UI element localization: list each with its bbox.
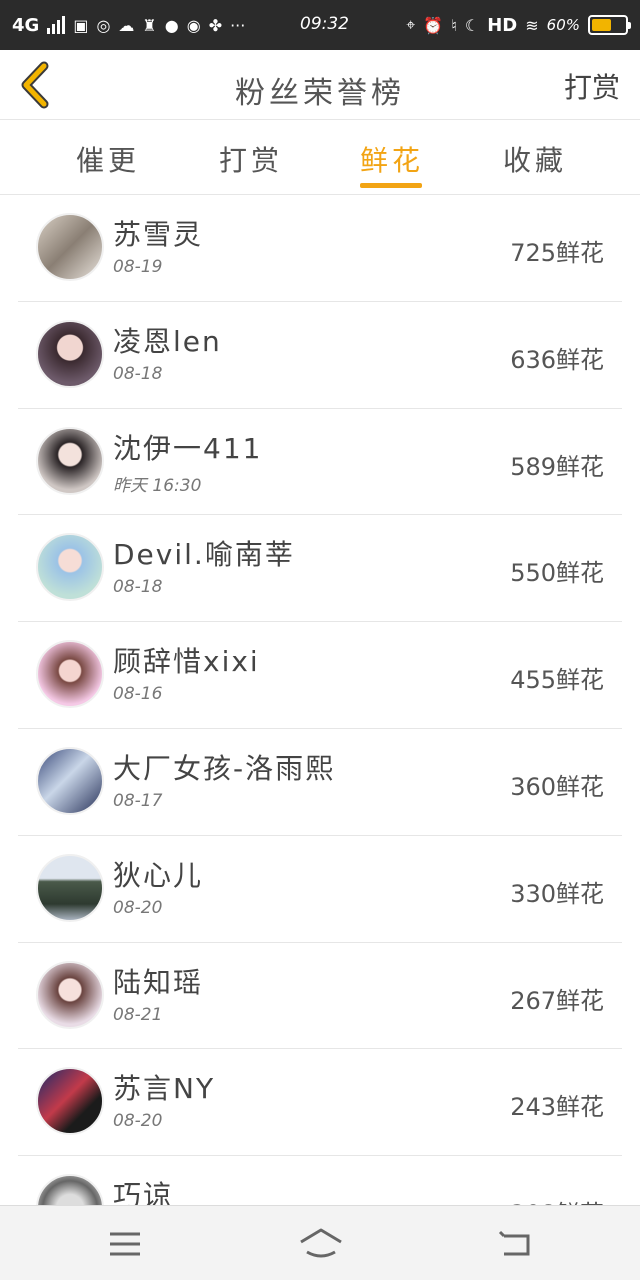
fan-name: 苏雪灵 <box>113 218 204 251</box>
fan-date: 08-20 <box>113 1111 163 1132</box>
flower-count: 636鲜花 <box>510 345 604 374</box>
avatar <box>36 746 104 815</box>
flower-count: 267鲜花 <box>510 986 604 1015</box>
weibo-icon: ◉ <box>186 15 201 35</box>
list-item[interactable]: 顾辞惜xixi 08-16 455鲜花 <box>18 622 622 729</box>
page-title: 粉丝荣誉榜 <box>235 76 405 111</box>
list-item[interactable]: Devil.喻南莘 08-18 550鲜花 <box>18 515 622 623</box>
list-item[interactable]: 陆知瑶 08-21 267鲜花 <box>18 943 622 1050</box>
list-item[interactable]: 苏言NY 08-20 243鲜花 <box>18 1049 622 1157</box>
more-icon: ··· <box>230 15 246 35</box>
alarm-icon: ⏰ <box>423 15 444 35</box>
back-icon <box>498 1230 530 1256</box>
list-item[interactable]: 大厂女孩-洛雨熙 08-17 360鲜花 <box>18 729 622 836</box>
mute-icon: ♮ <box>451 15 457 35</box>
system-nav-bar <box>0 1205 640 1280</box>
status-left: 4G ▣ ◎ ☁ ♜ ● ◉ ✤ ··· <box>12 15 245 36</box>
menu-icon <box>110 1232 140 1256</box>
pinwheel-icon: ✤ <box>208 15 223 35</box>
fan-name: 巧谅 <box>113 1179 174 1205</box>
home-icon <box>300 1228 342 1258</box>
fan-name: 顾辞惜xixi <box>113 645 260 679</box>
fan-date: 08-18 <box>113 363 163 384</box>
avatar <box>36 853 104 922</box>
fan-name: Devil.喻南莘 <box>113 538 295 572</box>
avatar <box>36 1067 104 1136</box>
wechat-icon: ● <box>164 15 179 35</box>
clock: 09:32 <box>300 14 349 34</box>
flower-count: 455鲜花 <box>510 666 604 695</box>
fan-list: 苏雪灵 08-19 725鲜花 凌恩len 08-18 636鲜花 沈伊一411… <box>18 195 622 1205</box>
fan-name: 沈伊一411 <box>113 431 263 465</box>
weibo-icon: ◎ <box>96 15 111 35</box>
fan-date: 08-20 <box>113 897 163 918</box>
flower-count: 589鲜花 <box>510 452 604 481</box>
fan-name: 苏言NY <box>113 1072 216 1106</box>
flower-count: 725鲜花 <box>510 239 604 267</box>
fan-date: 08-16 <box>113 684 163 705</box>
menu-button[interactable] <box>106 1226 146 1262</box>
cloud-icon: ☁ <box>118 15 135 35</box>
list-item[interactable]: 巧谅 208鲜花 <box>18 1156 622 1205</box>
flower-count: 208鲜花 <box>510 1194 604 1205</box>
tab-flowers[interactable]: 鲜花 <box>360 139 424 179</box>
reward-button[interactable]: 打赏 <box>564 66 620 106</box>
active-tab-indicator <box>360 183 422 188</box>
avatar <box>36 426 104 495</box>
avatar <box>36 640 104 709</box>
battery-fill <box>592 19 612 31</box>
flower-count: 360鲜花 <box>510 772 604 801</box>
tab-bar: 催更 打赏 鲜花 收藏 <box>0 121 640 195</box>
battery-icon <box>588 15 631 35</box>
flower-count: 243鲜花 <box>510 1093 604 1122</box>
status-bar: 4G ▣ ◎ ☁ ♜ ● ◉ ✤ ··· 09:32 ⌖ ⏰ ♮ ☾ HD ≋ … <box>0 0 640 50</box>
home-button[interactable] <box>298 1226 344 1262</box>
fan-name: 狄心儿 <box>113 858 204 892</box>
fan-date: 昨天 16:30 <box>113 475 202 496</box>
fan-date: 08-18 <box>113 577 163 598</box>
battery-percent: 60% <box>546 16 580 34</box>
wifi-icon: ≋ <box>525 15 539 35</box>
fan-date: 08-19 <box>113 257 163 277</box>
moon-icon: ☾ <box>464 15 480 35</box>
tab-urge[interactable]: 催更 <box>76 139 140 179</box>
location-icon: ⌖ <box>406 15 416 34</box>
fan-date: 08-21 <box>113 1004 163 1025</box>
taobao-icon: ▣ <box>73 15 89 35</box>
avatar <box>36 1174 104 1205</box>
fan-date: 08-17 <box>113 790 163 811</box>
avatar <box>36 319 104 388</box>
fan-name: 陆知瑶 <box>113 965 204 999</box>
network-type: 4G <box>12 14 40 36</box>
list-item[interactable]: 苏雪灵 08-19 725鲜花 <box>18 195 622 302</box>
app-icon: ♜ <box>142 15 157 35</box>
fan-name: 凌恩len <box>113 324 222 358</box>
list-item[interactable]: 狄心儿 08-20 330鲜花 <box>18 836 622 943</box>
status-right: ⌖ ⏰ ♮ ☾ HD ≋ 60% <box>406 14 631 36</box>
avatar <box>36 960 104 1029</box>
avatar <box>36 533 104 602</box>
list-item[interactable]: 凌恩len 08-18 636鲜花 <box>18 302 622 409</box>
app-header: 粉丝荣誉榜 打赏 <box>0 50 640 120</box>
tab-reward[interactable]: 打赏 <box>219 139 283 179</box>
hd-indicator: HD <box>487 14 518 36</box>
flower-count: 550鲜花 <box>510 559 604 588</box>
back-nav-button[interactable] <box>496 1226 536 1262</box>
signal-icon <box>47 16 66 34</box>
flower-count: 330鲜花 <box>510 879 604 908</box>
tab-favorites[interactable]: 收藏 <box>503 139 567 179</box>
list-item[interactable]: 沈伊一411 昨天 16:30 589鲜花 <box>18 409 622 516</box>
avatar <box>36 213 104 281</box>
fan-name: 大厂女孩-洛雨熙 <box>113 751 336 785</box>
